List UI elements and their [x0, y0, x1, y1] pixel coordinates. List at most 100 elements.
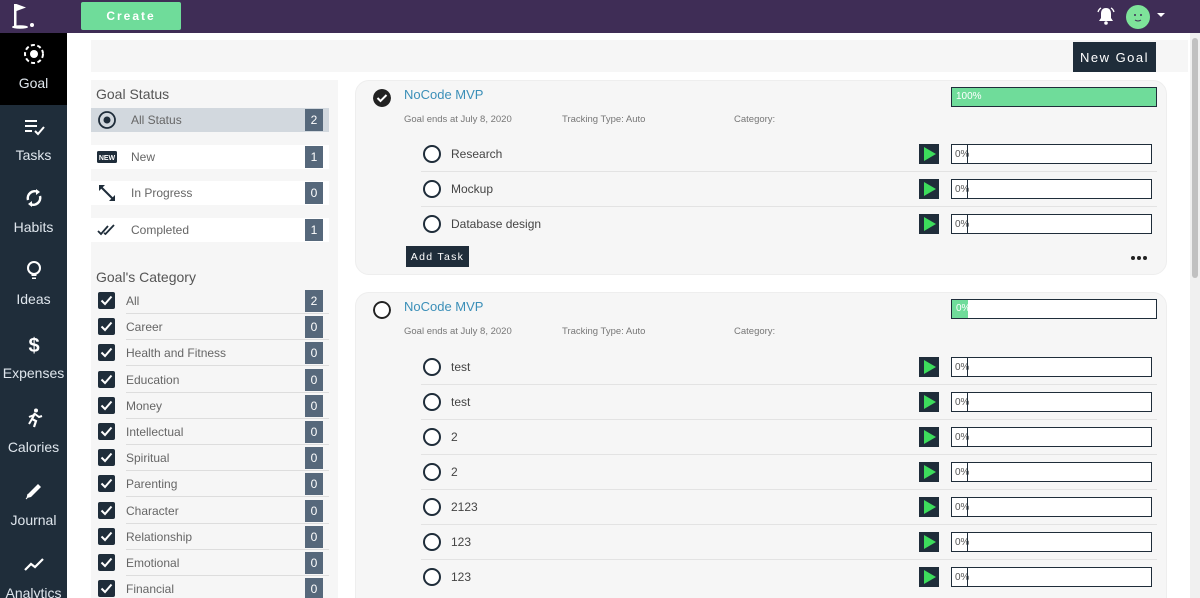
lightbulb-icon — [27, 261, 41, 279]
divider — [967, 568, 968, 586]
sidebar-item-analytics[interactable]: Analytics — [0, 543, 67, 598]
svg-text:NEW: NEW — [99, 155, 116, 162]
play-icon[interactable] — [919, 567, 939, 587]
category-count: 0 — [305, 552, 323, 574]
goal-incomplete-circle-icon[interactable] — [373, 301, 391, 319]
task-name[interactable]: 2 — [451, 430, 458, 444]
category-filter-spiritual[interactable]: Spiritual 0 — [91, 445, 329, 472]
checkbox-checked-icon[interactable] — [98, 344, 115, 362]
category-filter-health-and-fitness[interactable]: Health and Fitness 0 — [91, 340, 329, 367]
category-filter-career[interactable]: Career 0 — [91, 314, 329, 341]
add-task-button[interactable]: Add Task — [406, 246, 469, 267]
goal-category: Category: — [734, 114, 776, 125]
play-icon[interactable] — [919, 392, 939, 412]
sidebar-item-calories[interactable]: Calories — [0, 397, 67, 469]
scrollbar[interactable] — [1190, 33, 1200, 598]
checkbox-checked-icon[interactable] — [98, 449, 115, 467]
status-filter-new[interactable]: NEW New 1 — [91, 145, 329, 169]
category-filter-financial[interactable]: Financial 0 — [91, 576, 329, 598]
play-icon[interactable] — [919, 214, 939, 234]
sidebar-item-expenses[interactable]: $ Expenses — [0, 323, 67, 395]
create-button[interactable]: Create — [81, 2, 181, 30]
task-checkbox-icon[interactable] — [423, 463, 441, 481]
play-icon[interactable] — [919, 497, 939, 517]
task-row: 123 0% — [421, 560, 1157, 595]
sidebar-item-ideas[interactable]: Ideas — [0, 249, 67, 321]
goal-end-date: Goal ends at July 8, 2020 — [404, 326, 512, 337]
category-filter-relationship[interactable]: Relationship 0 — [91, 524, 329, 550]
sidebar-item-habits[interactable]: Habits — [0, 177, 67, 249]
task-checkbox-icon[interactable] — [423, 145, 441, 163]
checkbox-checked-icon[interactable] — [98, 527, 115, 545]
task-name[interactable]: Mockup — [451, 182, 493, 196]
checkbox-checked-icon[interactable] — [98, 370, 115, 388]
play-icon[interactable] — [919, 179, 939, 199]
checkbox-checked-icon[interactable] — [98, 580, 115, 598]
status-label: New — [131, 150, 156, 164]
task-name[interactable]: 123 — [451, 570, 471, 584]
scrollbar-thumb[interactable] — [1192, 38, 1198, 278]
task-name[interactable]: test — [451, 360, 470, 374]
status-filter-all[interactable]: All Status 2 — [91, 108, 329, 132]
divider — [967, 463, 968, 481]
category-filter-money[interactable]: Money 0 — [91, 393, 329, 419]
play-icon[interactable] — [919, 427, 939, 447]
play-icon[interactable] — [919, 462, 939, 482]
play-icon[interactable] — [919, 144, 939, 164]
category-count: 0 — [305, 578, 323, 598]
task-name[interactable]: Research — [451, 147, 502, 161]
checkbox-checked-icon[interactable] — [98, 554, 115, 571]
checklist-icon — [25, 120, 45, 136]
status-count: 2 — [305, 109, 323, 131]
category-filter-education[interactable]: Education 0 — [91, 367, 329, 393]
task-name[interactable]: test — [451, 395, 470, 409]
goal-title[interactable]: NoCode MVP — [404, 87, 483, 102]
category-filter-parenting[interactable]: Parenting 0 — [91, 471, 329, 498]
category-filter-all[interactable]: All 2 — [91, 288, 329, 314]
category-filter-character[interactable]: Character 0 — [91, 498, 329, 524]
new-badge-icon: NEW — [97, 151, 117, 163]
checkbox-checked-icon[interactable] — [98, 318, 115, 336]
checkbox-checked-icon[interactable] — [98, 423, 115, 440]
play-icon[interactable] — [919, 532, 939, 552]
chevron-down-icon[interactable] — [1156, 11, 1166, 19]
task-checkbox-icon[interactable] — [423, 498, 441, 516]
radio-selected-icon — [98, 111, 116, 129]
golf-flag-logo-icon[interactable] — [10, 2, 38, 30]
status-filter-completed[interactable]: Completed 1 — [91, 218, 329, 242]
task-checkbox-icon[interactable] — [423, 428, 441, 446]
category-count: 0 — [305, 473, 323, 496]
checkbox-checked-icon[interactable] — [98, 396, 115, 414]
status-count: 1 — [305, 146, 323, 168]
avatar[interactable] — [1126, 5, 1150, 29]
task-name[interactable]: 123 — [451, 535, 471, 549]
goal-completed-check-icon[interactable] — [373, 89, 391, 107]
sidebar-item-label: Analytics — [5, 585, 62, 598]
task-progress-bar: 0% — [951, 497, 1152, 517]
goal-title[interactable]: NoCode MVP — [404, 299, 483, 314]
task-checkbox-icon[interactable] — [423, 533, 441, 551]
checkbox-checked-icon[interactable] — [98, 501, 115, 519]
sidebar-item-journal[interactable]: Journal — [0, 470, 67, 542]
checkbox-checked-icon[interactable] — [98, 475, 115, 493]
sidebar-item-tasks[interactable]: Tasks — [0, 105, 67, 177]
category-filter-intellectual[interactable]: Intellectual 0 — [91, 419, 329, 445]
category-filter-emotional[interactable]: Emotional 0 — [91, 550, 329, 576]
task-row: 2 0% — [421, 455, 1157, 490]
category-label: Money — [126, 398, 163, 413]
sidebar-item-goal[interactable]: Goal — [0, 33, 67, 105]
task-checkbox-icon[interactable] — [423, 358, 441, 376]
task-name[interactable]: 2123 — [451, 500, 478, 514]
task-name[interactable]: 2 — [451, 465, 458, 479]
task-checkbox-icon[interactable] — [423, 568, 441, 586]
status-filter-in-progress[interactable]: In Progress 0 — [91, 181, 329, 205]
task-checkbox-icon[interactable] — [423, 180, 441, 198]
task-checkbox-icon[interactable] — [423, 215, 441, 233]
task-checkbox-icon[interactable] — [423, 393, 441, 411]
new-goal-button[interactable]: New Goal — [1073, 42, 1156, 72]
bell-icon[interactable] — [1096, 6, 1116, 26]
play-icon[interactable] — [919, 357, 939, 377]
task-name[interactable]: Database design — [451, 217, 541, 231]
checkbox-checked-icon[interactable] — [98, 292, 115, 309]
more-options-icon[interactable] — [1130, 255, 1148, 261]
